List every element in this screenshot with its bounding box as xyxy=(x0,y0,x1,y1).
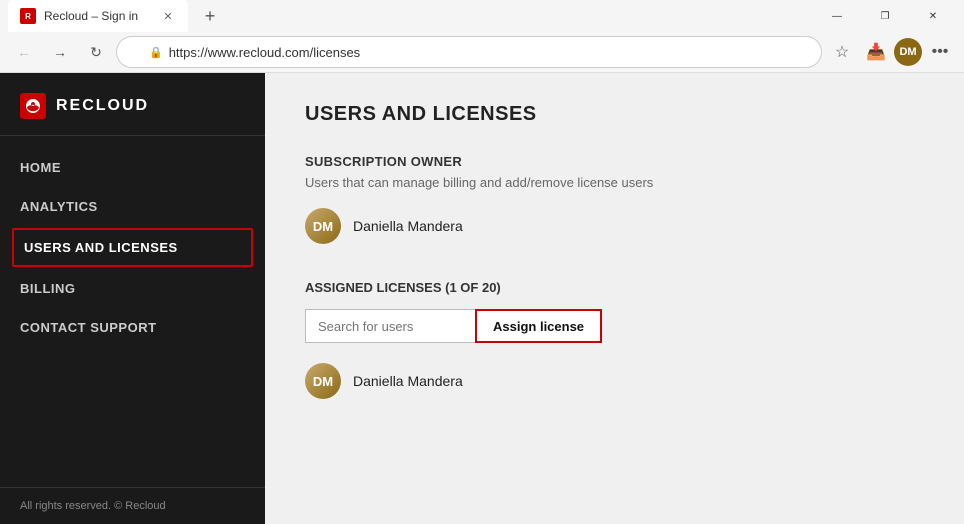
lock-icon: 🔒 xyxy=(149,46,163,59)
maximize-button[interactable]: ❐ xyxy=(862,0,908,32)
sidebar-footer: All rights reserved. © Recloud xyxy=(0,487,265,524)
browser-chrome: R Recloud – Sign in ✕ + — ❐ ✕ ← → ↻ 🔒 ht… xyxy=(0,0,964,73)
main-content: USERS AND LICENSES SUBSCRIPTION OWNER Us… xyxy=(265,73,964,524)
url-text: https://www.recloud.com/licenses xyxy=(169,45,360,60)
window-controls: — ❐ ✕ xyxy=(814,0,956,32)
sidebar: RECLOUD HOME ANALYTICS USERS AND LICENSE… xyxy=(0,73,265,524)
sidebar-item-home[interactable]: HOME xyxy=(0,148,265,187)
sidebar-logo: RECLOUD xyxy=(0,73,265,136)
logo-text: RECLOUD xyxy=(56,97,149,115)
profile-button[interactable]: DM xyxy=(894,38,922,66)
sidebar-item-contact-support[interactable]: CONTACT SUPPORT xyxy=(0,308,265,347)
assigned-user-name: Daniella Mandera xyxy=(353,373,463,389)
sidebar-item-users-licenses[interactable]: USERS AND LICENSES xyxy=(12,228,253,267)
tab-favicon: R xyxy=(20,8,36,24)
sidebar-nav: HOME ANALYTICS USERS AND LICENSES BILLIN… xyxy=(0,136,265,487)
tab-title: Recloud – Sign in xyxy=(44,9,138,23)
address-bar: ← → ↻ 🔒 https://www.recloud.com/licenses… xyxy=(0,32,964,72)
logo-svg xyxy=(24,97,42,115)
settings-button[interactable]: ••• xyxy=(924,36,956,68)
tab-close-button[interactable]: ✕ xyxy=(160,8,176,24)
assigned-user-avatar: DM xyxy=(305,363,341,399)
subscription-owner-title: SUBSCRIPTION OWNER xyxy=(305,154,924,169)
footer-text: All rights reserved. © Recloud xyxy=(20,500,166,512)
assigned-licenses-section: ASSIGNED LICENSES (1 OF 20) Assign licen… xyxy=(305,280,924,403)
back-button[interactable]: ← xyxy=(8,36,40,68)
subscription-owner-subtitle: Users that can manage billing and add/re… xyxy=(305,175,924,190)
new-tab-button[interactable]: + xyxy=(196,2,224,30)
search-assign-row: Assign license xyxy=(305,309,924,343)
subscription-owner-section: SUBSCRIPTION OWNER Users that can manage… xyxy=(305,154,924,248)
page-title: USERS AND LICENSES xyxy=(305,103,924,126)
subscription-owner-user-row: DM Daniella Mandera xyxy=(305,204,924,248)
logo-icon xyxy=(20,93,46,119)
title-bar: R Recloud – Sign in ✕ + — ❐ ✕ xyxy=(0,0,964,32)
sidebar-item-analytics[interactable]: ANALYTICS xyxy=(0,187,265,226)
sidebar-item-billing[interactable]: BILLING xyxy=(0,269,265,308)
favorites-button[interactable]: ☆ xyxy=(826,36,858,68)
assign-license-button[interactable]: Assign license xyxy=(475,309,602,343)
search-input[interactable] xyxy=(305,309,475,343)
forward-button[interactable]: → xyxy=(44,36,76,68)
assigned-user-row: DM Daniella Mandera xyxy=(305,359,924,403)
subscription-owner-avatar: DM xyxy=(305,208,341,244)
assigned-licenses-title: ASSIGNED LICENSES (1 OF 20) xyxy=(305,280,924,295)
subscription-owner-name: Daniella Mandera xyxy=(353,218,463,234)
app: RECLOUD HOME ANALYTICS USERS AND LICENSE… xyxy=(0,73,964,524)
browser-tab[interactable]: R Recloud – Sign in ✕ xyxy=(8,0,188,32)
minimize-button[interactable]: — xyxy=(814,0,860,32)
close-button[interactable]: ✕ xyxy=(910,0,956,32)
url-input[interactable]: 🔒 https://www.recloud.com/licenses xyxy=(116,36,822,68)
refresh-button[interactable]: ↻ xyxy=(80,36,112,68)
collections-button[interactable]: 📥 xyxy=(860,36,892,68)
